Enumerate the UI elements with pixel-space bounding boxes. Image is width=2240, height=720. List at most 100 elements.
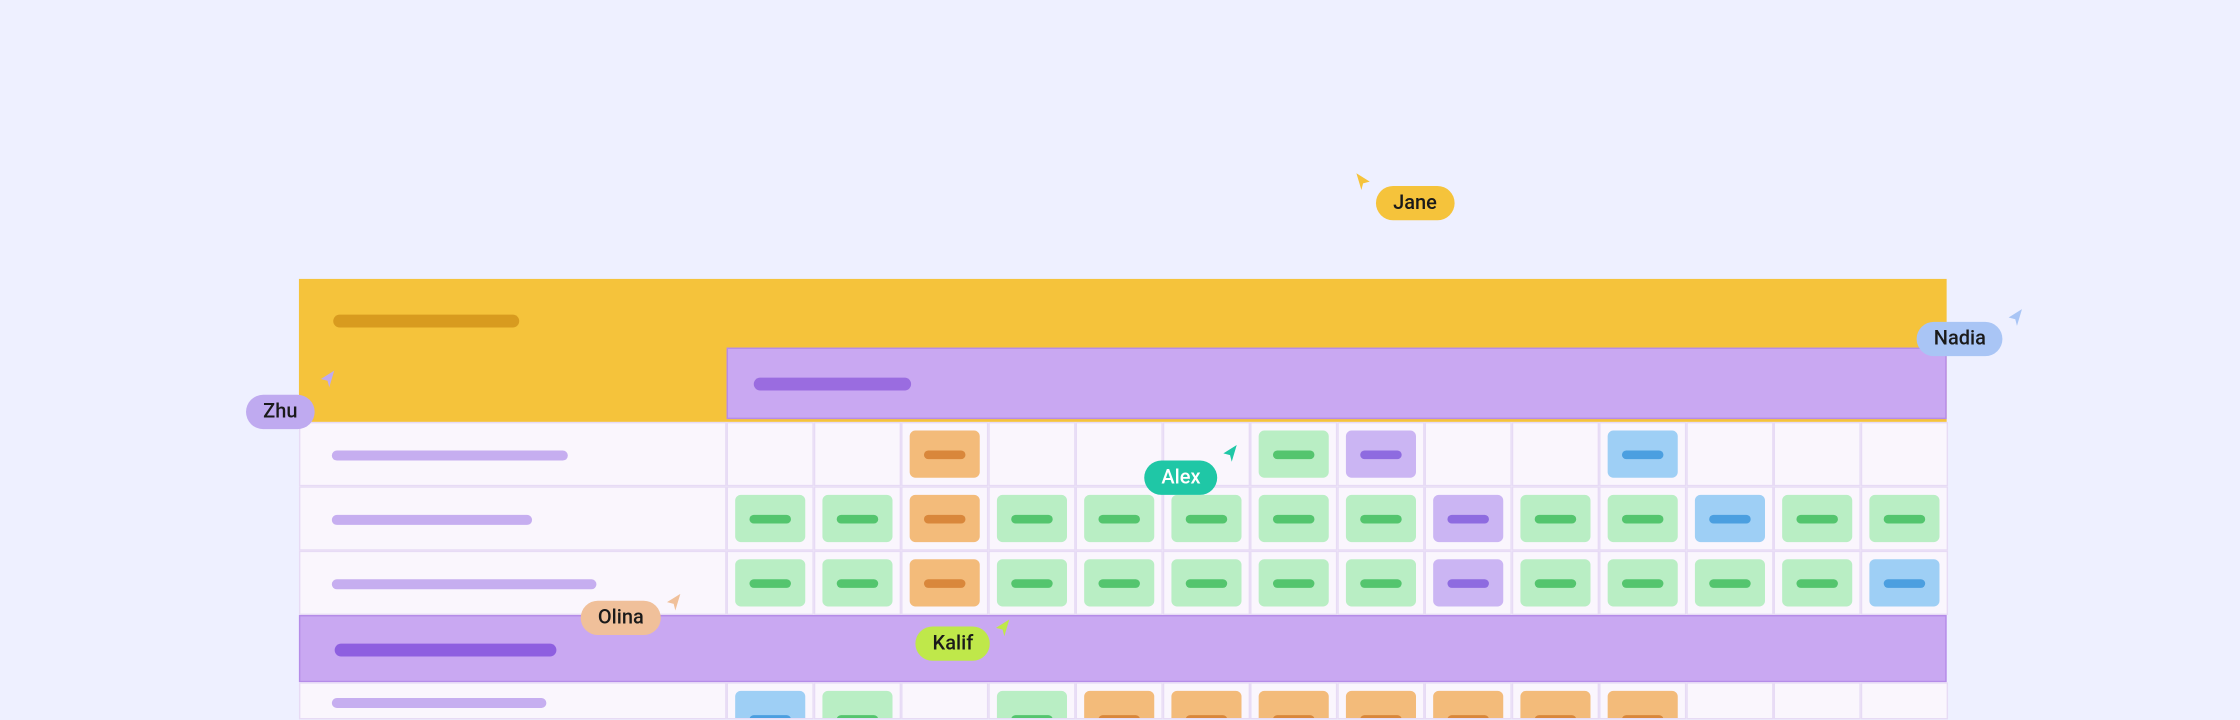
status-chip-green[interactable] <box>1171 495 1241 542</box>
grid-cell[interactable] <box>1774 682 1861 719</box>
grid-cell[interactable] <box>1774 551 1861 615</box>
grid-cell[interactable] <box>1861 682 1948 719</box>
grid-cell[interactable] <box>988 422 1075 486</box>
status-chip-orange[interactable] <box>910 431 980 478</box>
grid-cell[interactable] <box>901 682 988 719</box>
status-chip-green[interactable] <box>1084 495 1154 542</box>
row-header[interactable] <box>299 682 727 719</box>
grid-cell[interactable] <box>1337 486 1424 550</box>
grid-cell[interactable] <box>1250 486 1337 550</box>
status-chip-purple[interactable] <box>1433 495 1503 542</box>
grid-cell[interactable] <box>814 486 901 550</box>
grid-cell[interactable] <box>1163 551 1250 615</box>
grid-cell[interactable] <box>1076 486 1163 550</box>
status-chip-orange[interactable] <box>1171 691 1241 720</box>
status-chip-green[interactable] <box>1171 559 1241 606</box>
status-chip-orange[interactable] <box>1259 691 1329 720</box>
grid-cell[interactable] <box>1599 422 1686 486</box>
grid-cell[interactable] <box>1425 682 1512 719</box>
grid-cell[interactable] <box>1686 551 1773 615</box>
grid-cell[interactable] <box>1861 551 1948 615</box>
grid-cell[interactable] <box>901 551 988 615</box>
status-chip-green[interactable] <box>1259 431 1329 478</box>
status-chip-green[interactable] <box>735 495 805 542</box>
grid-cell[interactable] <box>1250 682 1337 719</box>
grid-cell[interactable] <box>1512 551 1599 615</box>
status-chip-green[interactable] <box>1520 559 1590 606</box>
status-chip-green[interactable] <box>1346 495 1416 542</box>
grid-cell[interactable] <box>901 486 988 550</box>
grid-cell[interactable] <box>1425 422 1512 486</box>
grid-cell[interactable] <box>901 422 988 486</box>
grid-cell[interactable] <box>1512 682 1599 719</box>
grid-cell[interactable] <box>1861 486 1948 550</box>
grid-cell[interactable] <box>988 551 1075 615</box>
status-chip-orange[interactable] <box>1346 691 1416 720</box>
status-chip-green[interactable] <box>1782 559 1852 606</box>
grid-cell[interactable] <box>1599 486 1686 550</box>
section-header-purple[interactable] <box>727 348 1947 420</box>
status-chip-green[interactable] <box>1346 559 1416 606</box>
status-chip-green[interactable] <box>1782 495 1852 542</box>
status-chip-orange[interactable] <box>1608 691 1678 720</box>
grid-cell[interactable] <box>1076 551 1163 615</box>
grid-cell[interactable] <box>1774 422 1861 486</box>
status-chip-green[interactable] <box>735 559 805 606</box>
status-chip-purple[interactable] <box>1346 431 1416 478</box>
status-chip-orange[interactable] <box>1433 691 1503 720</box>
row-header[interactable] <box>299 551 727 615</box>
grid-cell[interactable] <box>1599 682 1686 719</box>
grid-cell[interactable] <box>814 682 901 719</box>
status-chip-orange[interactable] <box>1520 691 1590 720</box>
status-chip-green[interactable] <box>1869 495 1939 542</box>
grid-cell[interactable] <box>727 551 814 615</box>
status-chip-green[interactable] <box>1520 495 1590 542</box>
grid-cell[interactable] <box>1774 486 1861 550</box>
grid-cell[interactable] <box>727 422 814 486</box>
grid-cell[interactable] <box>1512 422 1599 486</box>
status-chip-orange[interactable] <box>1084 691 1154 720</box>
status-chip-green[interactable] <box>1259 559 1329 606</box>
grid-cell[interactable] <box>1512 486 1599 550</box>
grid-cell[interactable] <box>727 682 814 719</box>
status-chip-orange[interactable] <box>910 559 980 606</box>
grid-cell[interactable] <box>1163 682 1250 719</box>
status-chip-blue[interactable] <box>735 691 805 720</box>
grid-cell[interactable] <box>1337 422 1424 486</box>
grid-cell[interactable] <box>1163 422 1250 486</box>
grid-cell[interactable] <box>1337 551 1424 615</box>
status-chip-green[interactable] <box>1608 495 1678 542</box>
grid-cell[interactable] <box>1250 551 1337 615</box>
grid-cell[interactable] <box>1686 682 1773 719</box>
status-chip-green[interactable] <box>997 495 1067 542</box>
status-chip-green[interactable] <box>1259 495 1329 542</box>
grid-cell[interactable] <box>1076 422 1163 486</box>
grid-cell[interactable] <box>1861 422 1948 486</box>
grid-cell[interactable] <box>1076 682 1163 719</box>
grid-cell[interactable] <box>814 551 901 615</box>
grid-cell[interactable] <box>1686 422 1773 486</box>
section-header-purple-2[interactable] <box>299 615 1947 682</box>
grid-cell[interactable] <box>1425 486 1512 550</box>
status-chip-green[interactable] <box>822 691 892 720</box>
status-chip-green[interactable] <box>822 495 892 542</box>
grid-cell[interactable] <box>1337 682 1424 719</box>
status-chip-green[interactable] <box>1695 559 1765 606</box>
status-chip-blue[interactable] <box>1869 559 1939 606</box>
status-chip-green[interactable] <box>997 559 1067 606</box>
grid-cell[interactable] <box>1163 486 1250 550</box>
status-chip-orange[interactable] <box>910 495 980 542</box>
status-chip-green[interactable] <box>1084 559 1154 606</box>
grid-cell[interactable] <box>814 422 901 486</box>
grid-cell[interactable] <box>1686 486 1773 550</box>
grid-cell[interactable] <box>1599 551 1686 615</box>
status-chip-blue[interactable] <box>1695 495 1765 542</box>
status-chip-green[interactable] <box>822 559 892 606</box>
grid-cell[interactable] <box>1425 551 1512 615</box>
grid-cell[interactable] <box>727 486 814 550</box>
status-chip-green[interactable] <box>997 691 1067 720</box>
status-chip-blue[interactable] <box>1608 431 1678 478</box>
row-header[interactable] <box>299 486 727 550</box>
row-header[interactable] <box>299 422 727 486</box>
grid-cell[interactable] <box>988 682 1075 719</box>
